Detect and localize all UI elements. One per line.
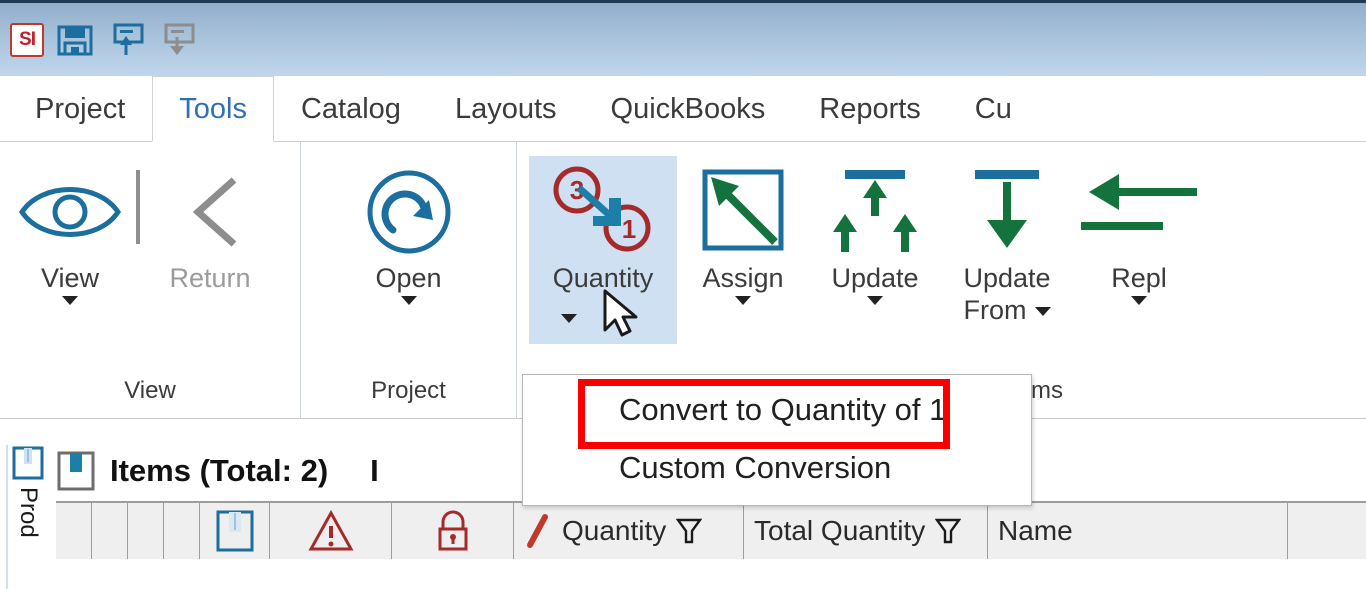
tab-tools[interactable]: Tools (152, 76, 274, 142)
second-pane-title: I (370, 453, 379, 488)
view-button[interactable]: View (10, 156, 130, 309)
save-up-icon[interactable] (106, 21, 146, 59)
lock-icon (438, 510, 467, 551)
grid-column-blank-1[interactable] (56, 503, 92, 559)
filter-funnel-icon[interactable] (935, 517, 962, 545)
return-button[interactable]: Return (150, 156, 270, 298)
tab-project[interactable]: Project (8, 76, 152, 142)
update-from-arrow-down-icon (959, 162, 1055, 262)
si-app-logo[interactable]: SI (10, 23, 44, 57)
ribbon-vertical-separator (136, 170, 140, 244)
assign-arrow-box-icon (695, 162, 791, 262)
chevron-down-icon[interactable] (62, 296, 78, 305)
assign-button-label: Assign (702, 263, 784, 293)
update-arrows-up-icon (823, 162, 927, 262)
package-box-icon (57, 451, 95, 491)
ribbon-tab-strip: Project Tools Catalog Layouts QuickBooks… (0, 76, 1366, 142)
open-circular-arrow-icon (363, 162, 455, 262)
package-box-icon (12, 446, 44, 480)
tab-catalog[interactable]: Catalog (274, 76, 428, 142)
grid-column-name-label: Name (998, 515, 1073, 546)
title-bar: SI (0, 0, 1366, 76)
ribbon-group-view: View Return View (0, 142, 300, 418)
update-from-button[interactable]: Update From (941, 156, 1073, 330)
update-button[interactable]: Update (809, 156, 941, 309)
menu-item-custom-conversion[interactable]: Custom Conversion (523, 439, 1031, 497)
quantity-convert-3-to-1-icon: 3 1 (547, 162, 659, 262)
tab-layouts[interactable]: Layouts (428, 76, 584, 142)
grid-column-warning[interactable] (270, 503, 392, 559)
sidebar-item-prod[interactable]: Prod (6, 445, 48, 589)
items-total-title: Items (Total: 2) (110, 453, 329, 488)
grid-column-quantity-label: Quantity (562, 515, 667, 546)
tab-customize[interactable]: Cu (948, 76, 1039, 142)
chevron-down-icon[interactable] (400, 296, 417, 305)
update-from-button-label-line1: Update (963, 263, 1051, 293)
grid-column-lock[interactable] (392, 503, 514, 559)
open-button[interactable]: Open (343, 156, 475, 309)
quantity-button[interactable]: 3 1 Quantity (529, 156, 677, 344)
grid-column-total-quantity[interactable]: Total Quantity (744, 503, 988, 559)
replace-arrow-left-icon (1079, 162, 1199, 262)
save-down-icon[interactable] (157, 21, 197, 59)
assign-button[interactable]: Assign (677, 156, 809, 309)
ribbon-group-label-project: Project (371, 377, 446, 404)
sidebar-item-prod-label: Prod (15, 487, 42, 538)
menu-item-convert-to-quantity-of-1[interactable]: Convert to Quantity of 1 (523, 381, 1031, 439)
return-first-icon (172, 162, 248, 262)
warning-triangle-icon (307, 510, 354, 551)
chevron-down-icon[interactable] (561, 313, 577, 323)
chevron-down-icon[interactable] (1131, 296, 1147, 305)
tab-reports[interactable]: Reports (792, 76, 948, 142)
tab-quickbooks[interactable]: QuickBooks (584, 76, 793, 142)
ribbon-group-project: Open Project (300, 142, 516, 418)
mouse-cursor-icon (603, 289, 638, 337)
open-button-label: Open (375, 263, 442, 293)
update-from-button-label-line2: From (963, 295, 1027, 325)
grid-column-total-quantity-label: Total Quantity (754, 515, 926, 546)
view-button-label: View (40, 263, 100, 293)
chevron-down-icon[interactable] (867, 296, 883, 305)
quick-access-toolbar: SI (10, 21, 197, 59)
ribbon-group-label-view: View (124, 377, 176, 404)
svg-text:1: 1 (622, 214, 636, 244)
grid-column-blank-4[interactable] (164, 503, 200, 559)
filter-funnel-icon[interactable] (676, 517, 703, 545)
replace-button-label: Repl (1111, 263, 1167, 293)
grid-column-blank-2[interactable] (92, 503, 128, 559)
grid-column-name[interactable]: Name (988, 503, 1288, 559)
items-grid-header: Quantity Total Quantity Name (56, 501, 1366, 559)
eye-icon (16, 162, 124, 262)
return-button-label: Return (169, 263, 251, 293)
grid-column-quantity[interactable]: Quantity (514, 503, 744, 559)
update-button-label: Update (831, 263, 919, 293)
package-box-icon (216, 510, 253, 552)
replace-button[interactable]: Repl (1073, 156, 1205, 309)
quantity-dropdown-menu: Convert to Quantity of 1 Custom Conversi… (522, 374, 1032, 506)
application-window: SI Project Tools Catalog Layouts QuickBo… (0, 0, 1366, 589)
grid-column-package[interactable] (200, 503, 270, 559)
chevron-down-icon[interactable] (735, 296, 751, 305)
grid-column-blank-3[interactable] (128, 503, 164, 559)
save-icon[interactable] (55, 21, 95, 59)
pencil-icon (527, 514, 548, 548)
chevron-down-icon[interactable] (1034, 306, 1051, 316)
